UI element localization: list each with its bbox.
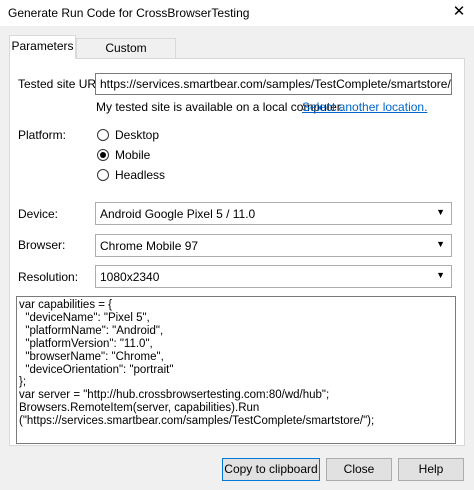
browser-value: Chrome Mobile 97	[100, 239, 199, 253]
radio-mobile[interactable]	[97, 149, 109, 161]
radio-mobile-label: Mobile	[115, 148, 151, 162]
chevron-down-icon[interactable]: ▼	[436, 207, 445, 217]
device-label: Device:	[18, 207, 59, 221]
platform-headless-option[interactable]: Headless	[97, 167, 165, 183]
select-location-link[interactable]: Select another location.	[302, 100, 427, 114]
resolution-label: Resolution:	[18, 270, 79, 284]
radio-desktop[interactable]	[97, 129, 109, 141]
run-code-textarea[interactable]: var capabilities = { "deviceName": "Pixe…	[16, 296, 456, 444]
device-select[interactable]: Android Google Pixel 5 / 11.0 ▼	[95, 202, 452, 225]
help-button[interactable]: Help	[398, 458, 464, 481]
device-value: Android Google Pixel 5 / 11.0	[100, 207, 256, 221]
browser-label: Browser:	[18, 238, 66, 252]
close-icon[interactable]: ✕	[444, 0, 474, 26]
platform-label: Platform:	[18, 128, 67, 142]
radio-headless[interactable]	[97, 169, 109, 181]
tested-site-label: Tested site URL:	[18, 77, 107, 91]
browser-select[interactable]: Chrome Mobile 97 ▼	[95, 234, 452, 257]
resolution-value: 1080x2340	[100, 270, 160, 284]
close-button[interactable]: Close	[326, 458, 392, 481]
window-title: Generate Run Code for CrossBrowserTestin…	[8, 6, 250, 20]
tab-parameters[interactable]: Parameters	[9, 35, 76, 59]
platform-mobile-option[interactable]: Mobile	[97, 147, 150, 163]
chevron-down-icon[interactable]: ▼	[436, 239, 445, 249]
dialog-window: Generate Run Code for CrossBrowserTestin…	[0, 0, 474, 490]
radio-headless-label: Headless	[115, 168, 166, 182]
tested-site-url-input[interactable]: https://services.smartbear.com/samples/T…	[95, 73, 452, 95]
platform-desktop-option[interactable]: Desktop	[97, 127, 159, 143]
radio-desktop-label: Desktop	[115, 128, 160, 142]
chevron-down-icon[interactable]: ▼	[436, 270, 445, 280]
copy-to-clipboard-button[interactable]: Copy to clipboard	[222, 458, 320, 481]
resolution-select[interactable]: 1080x2340 ▼	[95, 265, 452, 288]
title-bar: Generate Run Code for CrossBrowserTestin…	[0, 0, 474, 26]
tab-custom-parameters[interactable]: Custom parameters	[76, 38, 176, 74]
